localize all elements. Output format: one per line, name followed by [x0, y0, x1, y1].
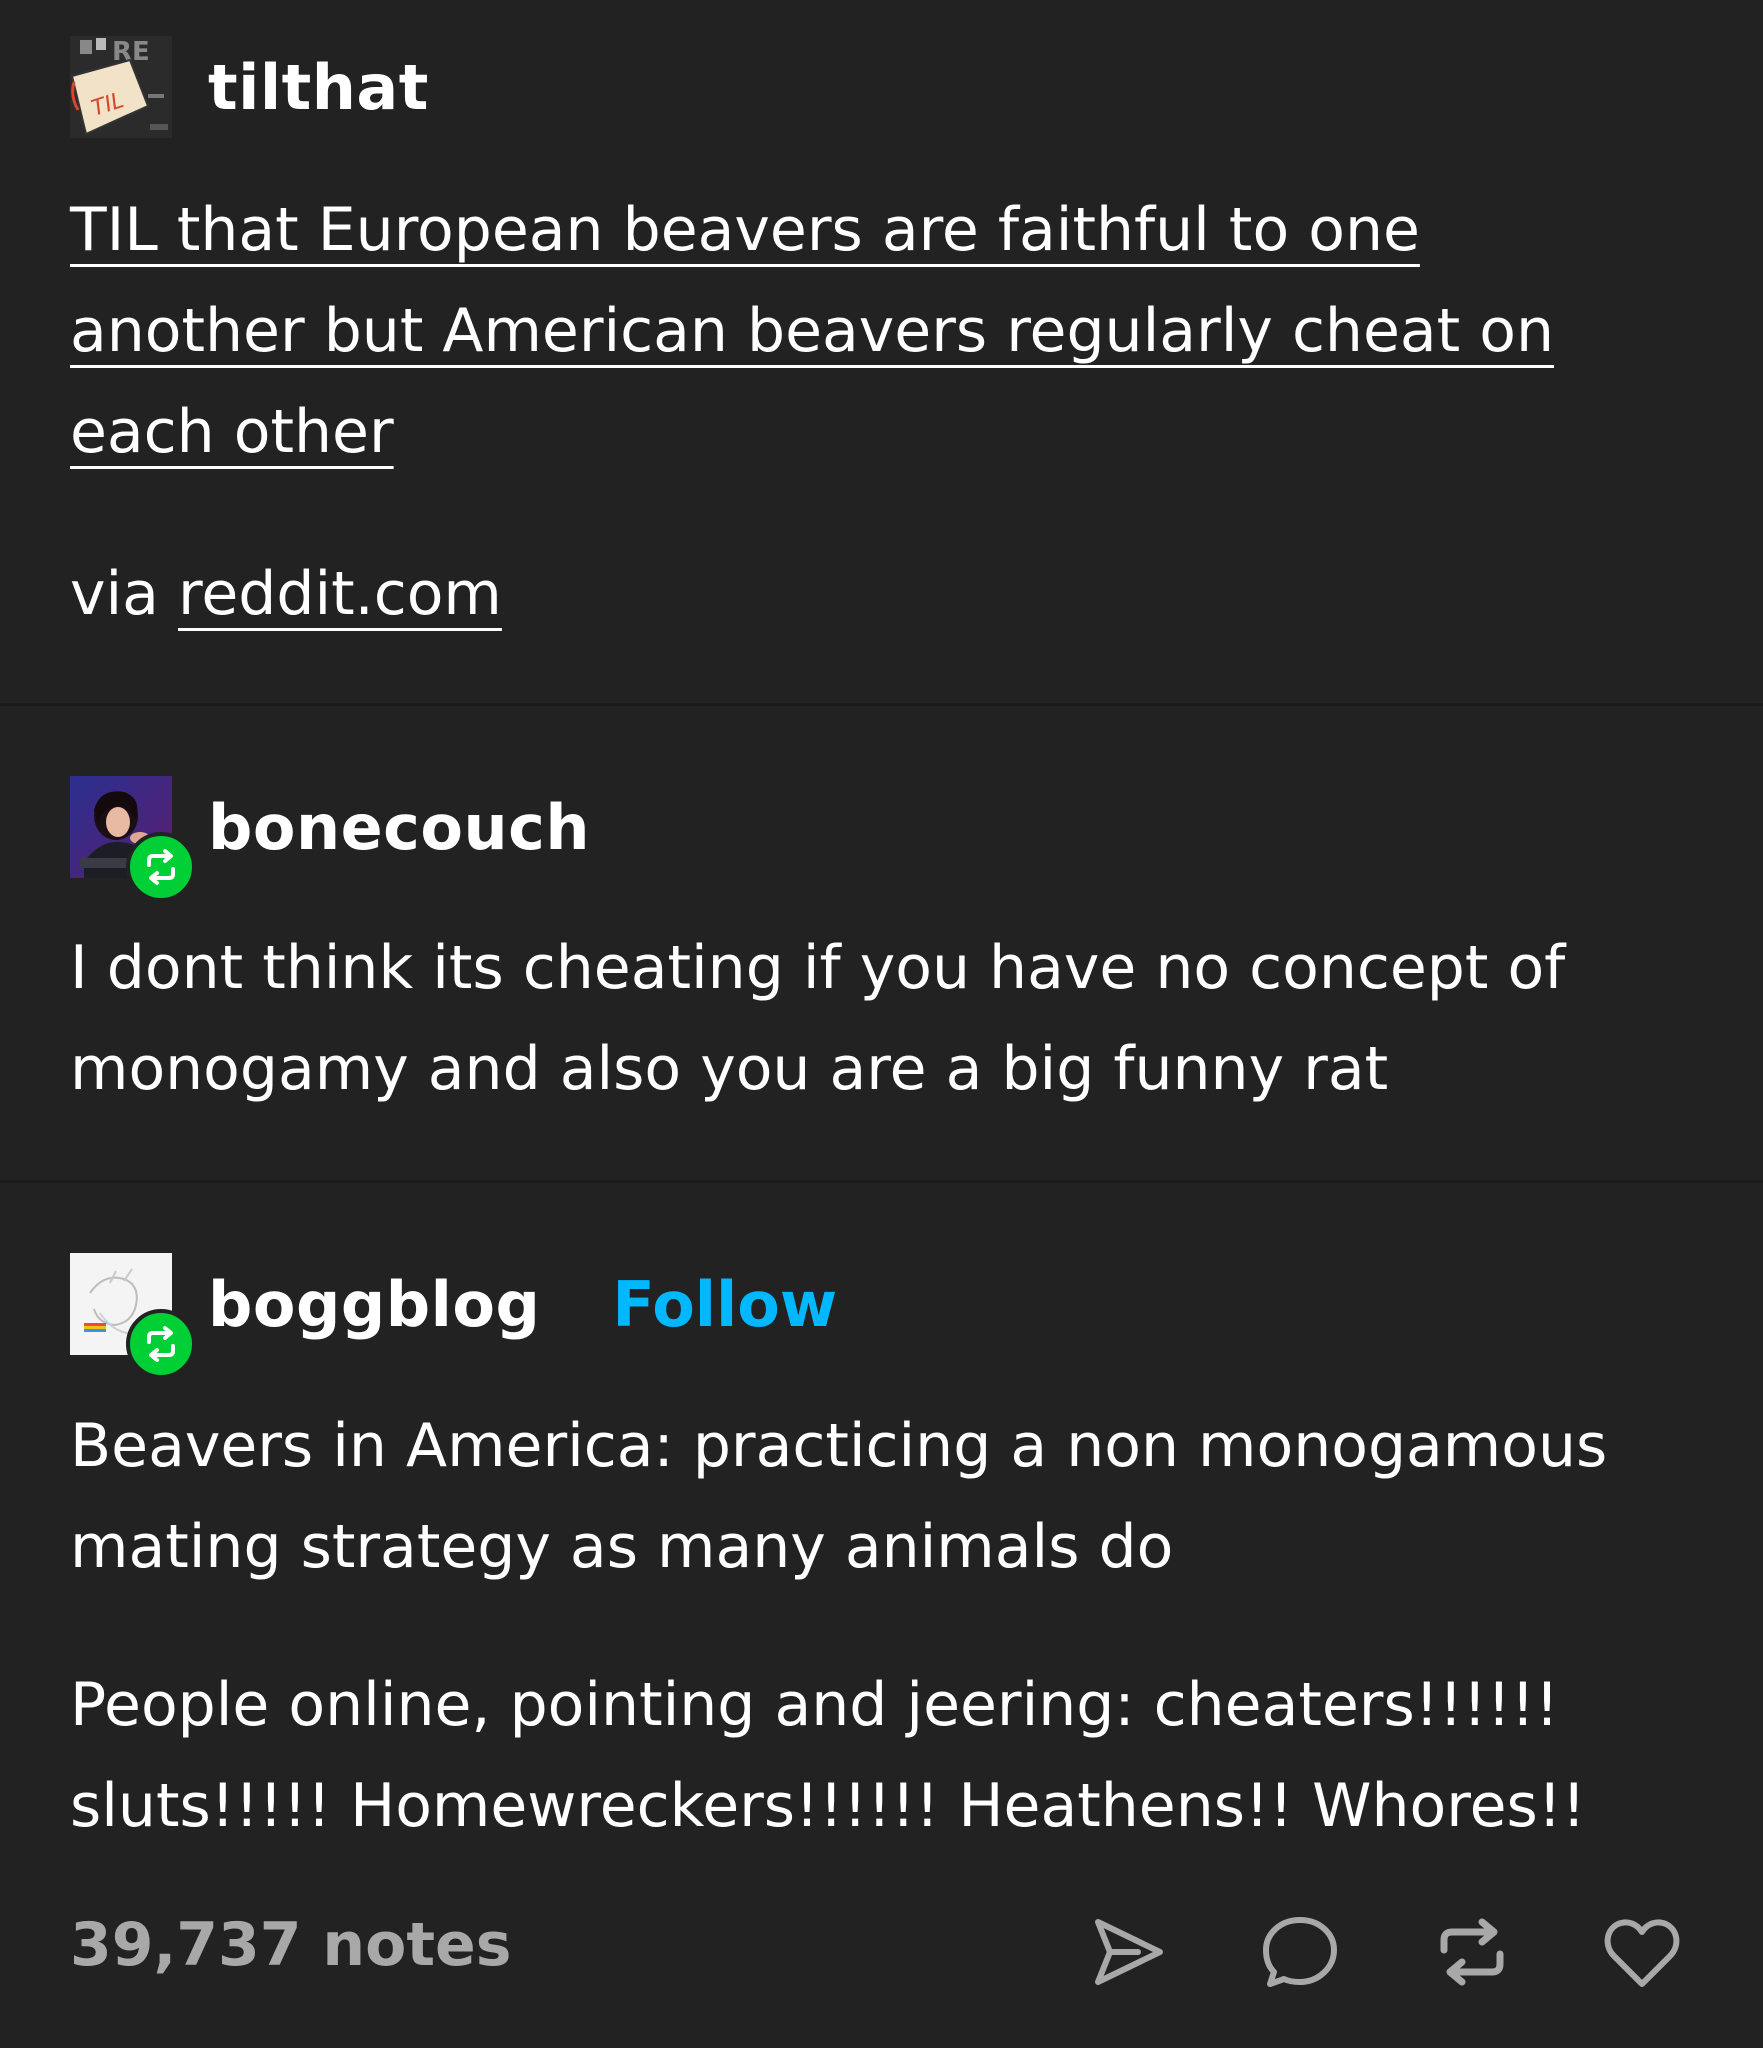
body-line: People online, pointing and jeering: che…: [70, 1670, 1560, 1740]
avatar-bonecouch[interactable]: [70, 776, 196, 902]
post-header-tilthat: RE TIL tilthat: [70, 35, 429, 139]
reblog-badge: [126, 832, 196, 902]
body-line: monogamy and also you are a big funny ra…: [70, 1034, 1389, 1104]
via-label: via: [70, 559, 159, 629]
body-line: mating strategy as many animals do: [70, 1512, 1174, 1582]
source-link[interactable]: reddit.com: [178, 559, 502, 629]
post-body-boggblog-1: Beavers in America: practicing a non mon…: [70, 1396, 1690, 1598]
reblog-badge: [126, 1309, 196, 1379]
reply-icon[interactable]: [1260, 1912, 1340, 1992]
username-bonecouch[interactable]: bonecouch: [208, 791, 590, 864]
share-icon[interactable]: [1088, 1912, 1168, 1992]
post-title: TIL that European beavers are faithful t…: [70, 180, 1690, 483]
post-title-line-2[interactable]: another but American beavers regularly c…: [70, 296, 1554, 366]
username-tilthat[interactable]: tilthat: [208, 51, 429, 124]
notes-count[interactable]: 39,737 notes: [70, 1910, 511, 1980]
like-icon[interactable]: [1602, 1912, 1682, 1992]
post-body-bonecouch: I dont think its cheating if you have no…: [70, 918, 1690, 1120]
reblog-icon[interactable]: [1432, 1912, 1512, 1992]
post-header-boggblog: boggblog Follow: [70, 1252, 837, 1379]
post-title-line-1[interactable]: TIL that European beavers are faithful t…: [70, 195, 1420, 265]
til-logo-icon: RE TIL: [70, 36, 172, 138]
body-line: I dont think its cheating if you have no…: [70, 933, 1566, 1003]
divider: [0, 703, 1763, 706]
username-boggblog[interactable]: boggblog: [208, 1268, 540, 1341]
body-line: Beavers in America: practicing a non mon…: [70, 1411, 1608, 1481]
post-body-boggblog-2: People online, pointing and jeering: che…: [70, 1655, 1690, 1857]
divider: [0, 1180, 1763, 1183]
source-line: via reddit.com: [70, 544, 1690, 645]
reblog-icon: [147, 1326, 175, 1362]
body-line: sluts!!!!! Homewreckers!!!!!! Heathens!!…: [70, 1771, 1586, 1841]
avatar-boggblog[interactable]: [70, 1253, 196, 1379]
avatar-tilthat[interactable]: RE TIL: [70, 36, 172, 138]
post-header-bonecouch: bonecouch: [70, 775, 590, 902]
reblog-icon: [147, 849, 175, 885]
post-title-line-3[interactable]: each other: [70, 397, 394, 467]
follow-button[interactable]: Follow: [612, 1268, 837, 1341]
